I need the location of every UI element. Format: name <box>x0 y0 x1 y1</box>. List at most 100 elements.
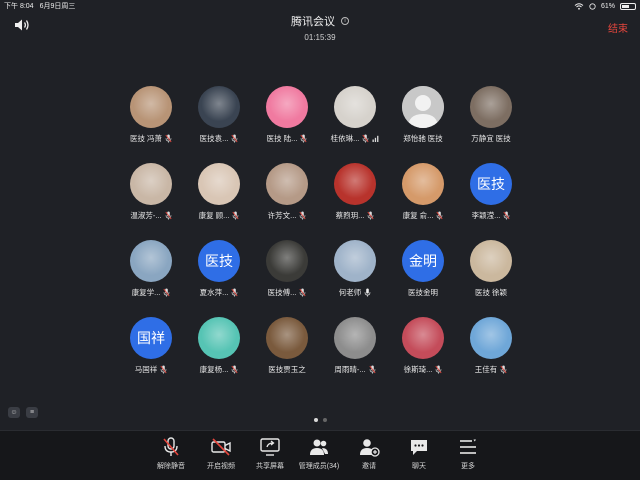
participant-name-row: 万静宜 医技 <box>451 133 531 144</box>
mic-muted-icon <box>436 211 443 220</box>
mic-muted-icon <box>300 134 307 143</box>
emoji-icon[interactable]: ☺ <box>8 407 20 418</box>
default-avatar-icon <box>402 86 444 128</box>
participant-name: 康复学... <box>131 288 161 297</box>
mic-muted-icon <box>500 365 507 374</box>
avatar[interactable] <box>402 163 444 205</box>
avatar[interactable] <box>130 163 172 205</box>
avatar-text: 国祥 <box>137 330 165 346</box>
bottom-toolbar: 解除静音 开启视频 共享屏幕 管理成员(34) 邀请 聊天 更多 <box>0 430 640 480</box>
avatar-text: 医技 <box>477 176 505 192</box>
start-video-button[interactable]: 开启视频 <box>193 437 249 471</box>
avatar[interactable] <box>130 86 172 128</box>
avatar[interactable]: 医技 <box>198 240 240 282</box>
page-indicator[interactable] <box>0 418 640 422</box>
invite-icon <box>360 439 380 457</box>
more-button[interactable]: 更多 <box>440 437 496 471</box>
avatar[interactable] <box>334 240 376 282</box>
end-meeting-button[interactable]: 结束 <box>608 20 628 35</box>
chat-label: 聊天 <box>412 463 426 470</box>
avatar[interactable]: 医技 <box>470 163 512 205</box>
battery-percent: 61% <box>600 2 615 10</box>
unmute-button[interactable]: 解除静音 <box>143 437 199 471</box>
mic-muted-icon <box>231 288 238 297</box>
meeting-timer: 01:15:39 <box>304 33 336 42</box>
avatar[interactable] <box>334 163 376 205</box>
wifi-icon <box>574 2 584 10</box>
more-icon <box>460 439 476 454</box>
avatar[interactable] <box>334 86 376 128</box>
avatar[interactable] <box>402 86 444 128</box>
participant-name: 许芳文... <box>267 211 297 220</box>
avatar[interactable] <box>130 240 172 282</box>
page-dot-1[interactable] <box>313 418 318 422</box>
mic-muted-icon <box>503 211 510 220</box>
avatar[interactable] <box>266 317 308 359</box>
participant-name-row: 李颖滢... <box>451 210 531 221</box>
members-icon <box>310 439 328 455</box>
mic-muted-icon <box>163 288 170 297</box>
message-icon[interactable]: ≡ <box>26 407 38 418</box>
participant-name: 李颖滢... <box>471 211 501 220</box>
mic-muted-icon <box>435 365 442 374</box>
participant-name: 医技 陆... <box>266 134 298 143</box>
participant-name: 万静宜 医技 <box>471 134 511 143</box>
participant-tile[interactable]: 医技李颖滢... <box>451 163 531 221</box>
participant-tile[interactable]: 医技 徐颖 <box>451 240 531 298</box>
avatar[interactable] <box>266 163 308 205</box>
invite-label: 邀请 <box>362 463 376 470</box>
avatar[interactable] <box>198 86 240 128</box>
participant-name: 医技贾玉之 <box>268 365 306 374</box>
mic-muted-icon <box>299 288 306 297</box>
avatar[interactable] <box>266 86 308 128</box>
avatar[interactable] <box>470 317 512 359</box>
participant-name: 周雨晴-... <box>334 365 366 374</box>
avatar[interactable] <box>402 317 444 359</box>
participant-name: 康复杨... <box>199 365 229 374</box>
chat-icon <box>411 440 427 455</box>
participant-name: 康复 顾... <box>198 211 230 220</box>
participant-name: 徐斯琦... <box>403 365 433 374</box>
info-icon[interactable]: i <box>341 17 349 25</box>
video-off-icon <box>211 438 231 456</box>
more-label: 更多 <box>461 463 475 470</box>
participant-name: 医技傅... <box>267 288 297 297</box>
participant-name: 何老师 <box>338 288 362 297</box>
participant-name-row: 医技 徐颖 <box>451 287 531 298</box>
mic-muted-icon <box>362 134 369 143</box>
avatar[interactable] <box>470 86 512 128</box>
meeting-header: 腾讯会议 i 01:15:39 结束 <box>0 10 640 42</box>
mic-icon <box>364 288 371 297</box>
invite-button[interactable]: 邀请 <box>341 437 397 471</box>
avatar[interactable] <box>198 163 240 205</box>
avatar[interactable] <box>334 317 376 359</box>
participant-name: 王佳有 <box>474 365 498 374</box>
mic-muted-icon <box>163 437 179 456</box>
share-screen-button[interactable]: 共享屏幕 <box>242 437 298 471</box>
participant-name-row: 王佳有 <box>451 364 531 375</box>
participant-name: 郑怡驰 医技 <box>403 134 443 143</box>
participant-name: 医技 徐颖 <box>474 288 508 297</box>
lock-rotation-icon <box>589 2 596 10</box>
avatar[interactable]: 国祥 <box>130 317 172 359</box>
mic-muted-icon <box>165 134 172 143</box>
avatar[interactable] <box>198 317 240 359</box>
participant-name: 蔡煦玥... <box>335 211 365 220</box>
participant-name: 医技袁... <box>199 134 229 143</box>
start-video-label: 开启视频 <box>207 463 235 470</box>
participant-tile[interactable]: 万静宜 医技 <box>451 86 531 144</box>
page-dot-2[interactable] <box>322 418 327 422</box>
avatar-text: 金明 <box>409 253 437 269</box>
avatar[interactable] <box>470 240 512 282</box>
mic-muted-icon <box>160 365 167 374</box>
mic-muted-icon <box>231 134 238 143</box>
manage-members-label: 管理成员(34) <box>298 463 340 470</box>
manage-members-button[interactable]: 管理成员(34) <box>291 437 347 471</box>
avatar[interactable]: 金明 <box>402 240 444 282</box>
meeting-title[interactable]: 腾讯会议 <box>291 13 335 29</box>
avatar[interactable] <box>266 240 308 282</box>
signal-icon <box>372 135 379 142</box>
share-screen-icon <box>260 438 280 456</box>
participant-tile[interactable]: 王佳有 <box>451 317 531 375</box>
chat-button[interactable]: 聊天 <box>391 437 447 471</box>
